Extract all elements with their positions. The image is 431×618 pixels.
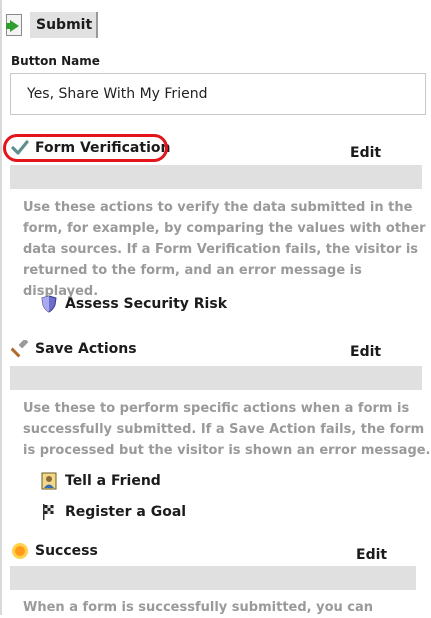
save-actions-drop-zone[interactable] — [10, 366, 422, 390]
save-actions-edit-link[interactable]: Edit — [350, 344, 381, 360]
save-actions-description: Use these to perform specific actions wh… — [23, 401, 431, 458]
success-edit-link[interactable]: Edit — [356, 547, 387, 563]
left-border — [0, 0, 2, 615]
sun-icon — [11, 542, 29, 560]
checkered-flag-icon — [40, 503, 58, 521]
checkmark-icon — [11, 139, 29, 157]
header-title: Submit — [30, 12, 99, 38]
button-name-input[interactable] — [10, 73, 426, 115]
section-title-text: Form Verification — [35, 140, 171, 156]
hammer-icon — [11, 340, 29, 358]
section-save-actions-title: Save Actions — [11, 340, 137, 358]
form-verification-description: Use these actions to verify the data sub… — [23, 200, 426, 299]
action-register-a-goal[interactable]: Register a Goal — [40, 503, 186, 521]
action-label: Assess Security Risk — [65, 296, 227, 312]
person-card-icon — [40, 472, 58, 490]
action-label: Register a Goal — [65, 504, 187, 520]
button-name-label: Button Name — [11, 54, 100, 68]
form-verification-drop-zone[interactable] — [10, 165, 422, 189]
shield-icon — [40, 295, 58, 313]
section-form-verification-title: Form Verification — [11, 139, 170, 157]
submit-header[interactable]: Submit — [4, 8, 99, 42]
section-title-text: Save Actions — [35, 341, 137, 357]
submit-arrow-icon — [4, 12, 24, 38]
action-tell-a-friend[interactable]: Tell a Friend — [40, 472, 161, 490]
section-title-text: Success — [35, 543, 98, 559]
section-success-title: Success — [11, 542, 98, 560]
action-label: Tell a Friend — [65, 473, 161, 489]
action-assess-security-risk[interactable]: Assess Security Risk — [40, 295, 227, 313]
form-verification-edit-link[interactable]: Edit — [350, 145, 381, 161]
success-drop-zone[interactable] — [10, 566, 416, 590]
